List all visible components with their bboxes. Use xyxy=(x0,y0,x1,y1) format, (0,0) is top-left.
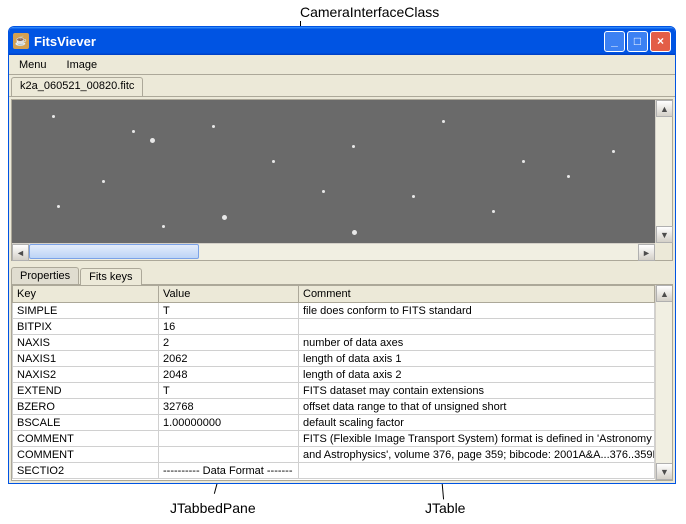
cell-comment[interactable]: length of data axis 1 xyxy=(299,351,655,367)
table-row[interactable]: SECTIO2---------- Data Format ------- xyxy=(13,463,655,479)
scroll-right-icon[interactable]: ► xyxy=(638,244,655,261)
file-tab[interactable]: k2a_060521_00820.fitc xyxy=(11,77,143,96)
cell-comment[interactable]: file does conform to FITS standard xyxy=(299,303,655,319)
table-row[interactable]: NAXIS22048length of data axis 2 xyxy=(13,367,655,383)
cell-value[interactable]: 2048 xyxy=(159,367,299,383)
file-tabstrip: k2a_060521_00820.fitc xyxy=(9,75,675,97)
app-icon: ☕ xyxy=(13,33,29,49)
bottom-tabbedpane: Properties Fits keys xyxy=(11,267,673,284)
table-row[interactable]: SIMPLETfile does conform to FITS standar… xyxy=(13,303,655,319)
cell-value[interactable]: T xyxy=(159,303,299,319)
scroll-down-icon[interactable]: ▼ xyxy=(656,463,673,480)
table-row[interactable]: EXTENDTFITS dataset may contain extensio… xyxy=(13,383,655,399)
scroll-left-icon[interactable]: ◄ xyxy=(12,244,29,261)
table-row[interactable]: COMMENT FITS (Flexible Image Transport Sy… xyxy=(13,431,655,447)
annotation-jtabbedpane: JTabbedPane xyxy=(170,500,256,516)
fits-table: Key Value Comment SIMPLETfile does confo… xyxy=(12,285,655,479)
cell-value[interactable]: 2 xyxy=(159,335,299,351)
window-title: FitsViever xyxy=(34,34,604,49)
annotation-top: CameraInterfaceClass xyxy=(300,4,439,20)
fits-table-wrap: Key Value Comment SIMPLETfile does confo… xyxy=(11,284,673,481)
cell-value[interactable]: 2062 xyxy=(159,351,299,367)
cell-value[interactable]: T xyxy=(159,383,299,399)
cell-value[interactable] xyxy=(159,447,299,463)
col-value[interactable]: Value xyxy=(159,286,299,303)
tab-fitskeys[interactable]: Fits keys xyxy=(80,268,141,285)
fits-image-viewport[interactable] xyxy=(12,100,655,243)
cell-comment[interactable]: FITS (Flexible Image Transport System) f… xyxy=(299,431,655,447)
cell-comment[interactable]: default scaling factor xyxy=(299,415,655,431)
tab-properties[interactable]: Properties xyxy=(11,267,79,284)
titlebar: ☕ FitsViever _ □ × xyxy=(9,27,675,55)
cell-key[interactable]: SIMPLE xyxy=(13,303,159,319)
scroll-corner xyxy=(655,243,672,260)
cell-value[interactable]: 16 xyxy=(159,319,299,335)
cell-key[interactable]: NAXIS xyxy=(13,335,159,351)
table-row[interactable]: BSCALE1.00000000default scaling factor xyxy=(13,415,655,431)
scroll-thumb[interactable] xyxy=(29,244,199,259)
cell-value[interactable]: 32768 xyxy=(159,399,299,415)
cell-value[interactable]: ---------- Data Format ------- xyxy=(159,463,299,479)
cell-key[interactable]: NAXIS1 xyxy=(13,351,159,367)
cell-key[interactable]: BSCALE xyxy=(13,415,159,431)
cell-key[interactable]: COMMENT xyxy=(13,431,159,447)
menu-image[interactable]: Image xyxy=(61,57,104,73)
cell-key[interactable]: EXTEND xyxy=(13,383,159,399)
scroll-up-icon[interactable]: ▲ xyxy=(656,285,673,302)
cell-value[interactable] xyxy=(159,431,299,447)
image-horizontal-scrollbar[interactable]: ◄ ► xyxy=(12,243,655,260)
maximize-button[interactable]: □ xyxy=(627,31,648,52)
menubar: Menu Image xyxy=(9,55,675,75)
cell-comment[interactable]: FITS dataset may contain extensions xyxy=(299,383,655,399)
app-window: ☕ FitsViever _ □ × Menu Image k2a_060521… xyxy=(8,26,676,484)
table-row[interactable]: BZERO32768offset data range to that of u… xyxy=(13,399,655,415)
cell-key[interactable]: NAXIS2 xyxy=(13,367,159,383)
table-row[interactable]: COMMENT and Astrophysics', volume 376, pa… xyxy=(13,447,655,463)
table-row[interactable]: NAXIS12062length of data axis 1 xyxy=(13,351,655,367)
table-header-row: Key Value Comment xyxy=(13,286,655,303)
col-comment[interactable]: Comment xyxy=(299,286,655,303)
cell-value[interactable]: 1.00000000 xyxy=(159,415,299,431)
cell-comment[interactable]: offset data range to that of unsigned sh… xyxy=(299,399,655,415)
scroll-track[interactable] xyxy=(29,244,638,260)
cell-key[interactable]: SECTIO2 xyxy=(13,463,159,479)
scroll-up-icon[interactable]: ▲ xyxy=(656,100,673,117)
menu-menu[interactable]: Menu xyxy=(13,57,53,73)
cell-comment[interactable]: length of data axis 2 xyxy=(299,367,655,383)
cell-comment[interactable] xyxy=(299,319,655,335)
annotation-jtable: JTable xyxy=(425,500,465,516)
image-pane: ▲ ▼ ◄ ► xyxy=(11,99,673,261)
col-key[interactable]: Key xyxy=(13,286,159,303)
cell-key[interactable]: BITPIX xyxy=(13,319,159,335)
cell-key[interactable]: BZERO xyxy=(13,399,159,415)
window-controls: _ □ × xyxy=(604,31,671,52)
image-vertical-scrollbar[interactable]: ▲ ▼ xyxy=(655,100,672,243)
table-row[interactable]: NAXIS2number of data axes xyxy=(13,335,655,351)
cell-comment[interactable]: number of data axes xyxy=(299,335,655,351)
cell-key[interactable]: COMMENT xyxy=(13,447,159,463)
scroll-down-icon[interactable]: ▼ xyxy=(656,226,673,243)
close-button[interactable]: × xyxy=(650,31,671,52)
cell-comment[interactable]: and Astrophysics', volume 376, page 359;… xyxy=(299,447,655,463)
cell-comment[interactable] xyxy=(299,463,655,479)
table-row[interactable]: BITPIX16 xyxy=(13,319,655,335)
table-vertical-scrollbar[interactable]: ▲ ▼ xyxy=(655,285,672,480)
minimize-button[interactable]: _ xyxy=(604,31,625,52)
